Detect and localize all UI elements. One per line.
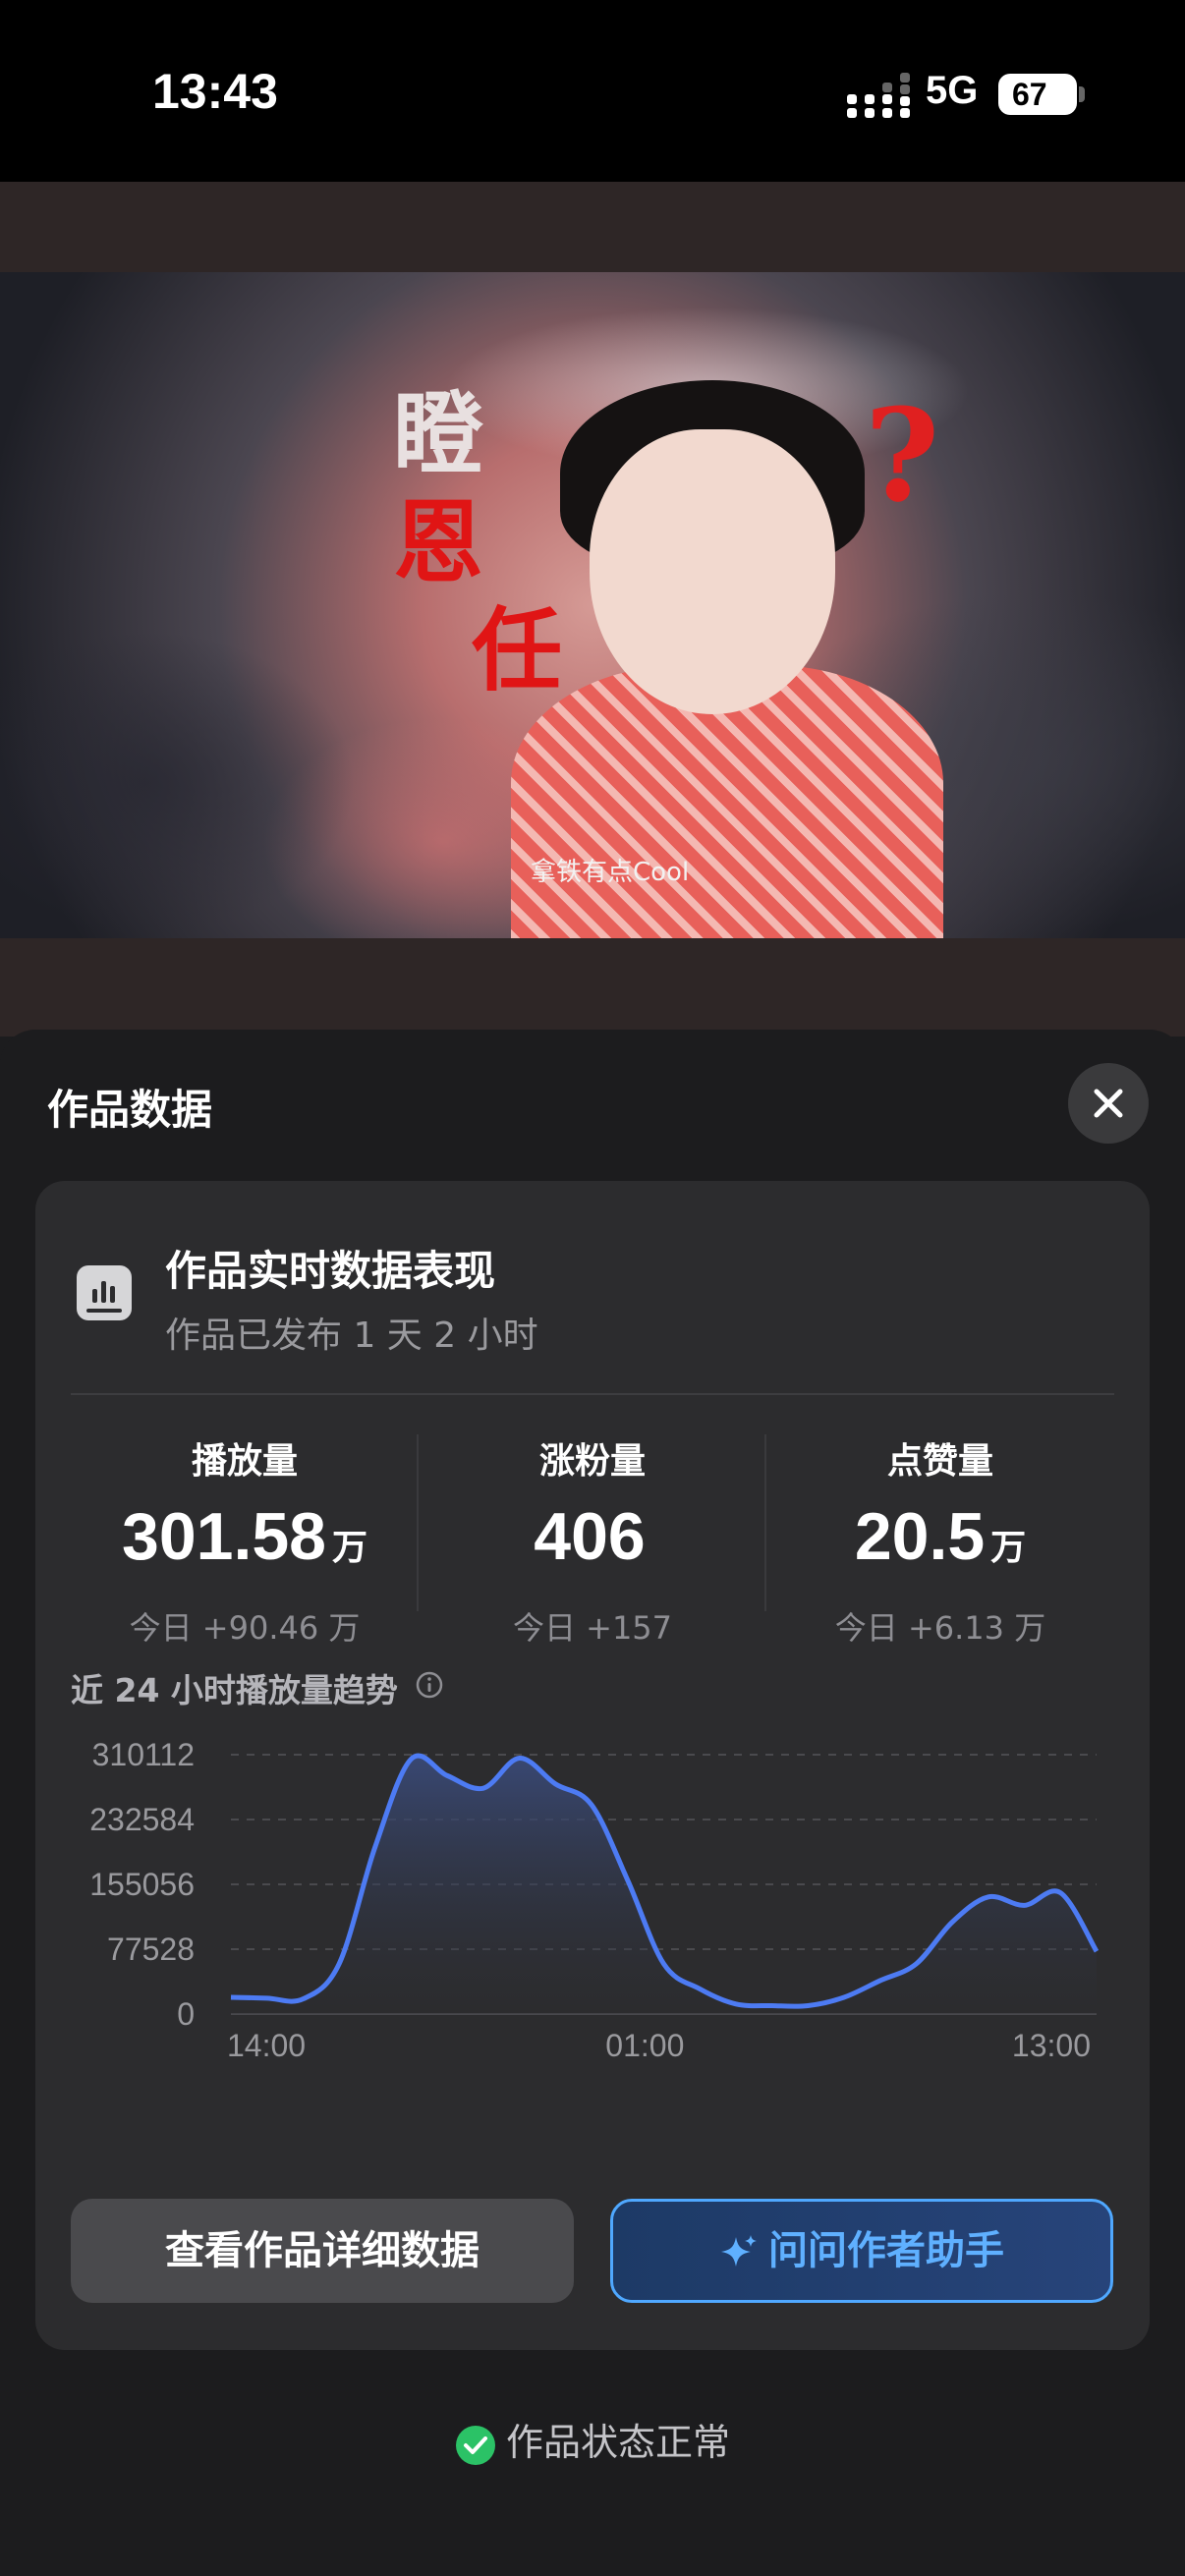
work-status: 作品状态正常	[0, 2412, 1185, 2466]
metric-label: 涨粉量	[538, 1441, 646, 1482]
bar-chart-icon	[77, 1265, 132, 1320]
thumbnail-face	[590, 429, 835, 714]
metric-today: 今日 +6.13 万	[834, 1609, 1046, 1647]
battery-icon: 67	[998, 74, 1077, 115]
thumbnail-char: 任	[472, 597, 563, 703]
work-status-text: 作品状态正常	[505, 2421, 730, 2464]
card-title: 作品实时数据表现	[165, 1247, 496, 1295]
cellular-signal-icon	[847, 73, 910, 118]
metric-unit: 万	[990, 1528, 1027, 1568]
chart-x-tick-label: 13:00	[1012, 2028, 1091, 2063]
thumbnail-watermark: 拿铁有点Cool	[531, 858, 690, 887]
status-time: 13:43	[152, 64, 278, 119]
chart-y-tick-label: 77528	[107, 1932, 195, 1967]
metric-number: 301.58	[122, 1499, 326, 1574]
metric-followers: 涨粉量 406 今日 +157	[419, 1432, 766, 1649]
metric-label: 播放量	[191, 1441, 298, 1482]
sparkle-icon	[721, 2235, 757, 2267]
ask-assistant-label: 问问作者助手	[768, 2228, 1004, 2273]
metric-number: 406	[534, 1499, 646, 1574]
thumbnail-char: 瞪	[393, 381, 484, 487]
thumbnail-caption: 瞪 恩 任	[393, 380, 590, 704]
video-thumbnail[interactable]: 瞪 恩 任 ? 拿铁有点Cool	[0, 272, 1185, 938]
metric-plays: 播放量 301.58 万 今日 +90.46 万	[71, 1432, 419, 1649]
battery-level: 67	[1012, 77, 1047, 112]
publish-duration: 作品已发布 1 天 2 小时	[165, 1316, 538, 1356]
chart-x-tick-label: 01:00	[605, 2028, 684, 2063]
metric-label: 点赞量	[886, 1441, 993, 1482]
chart-y-tick-label: 310112	[92, 1737, 195, 1772]
ask-assistant-button[interactable]: 问问作者助手	[610, 2199, 1113, 2303]
view-details-button[interactable]: 查看作品详细数据	[71, 2199, 574, 2303]
thumbnail-question-mark: ?	[865, 380, 940, 531]
trend-title: 近 24 小时播放量趋势	[71, 1671, 398, 1709]
thumbnail-char: 恩	[393, 489, 484, 595]
network-type: 5G	[926, 69, 979, 112]
chart-x-tick-label: 14:00	[227, 2028, 306, 2063]
close-button[interactable]	[1068, 1063, 1149, 1144]
metric-value: 301.58 万	[71, 1501, 419, 1584]
plays-trend-chart: 0 77528 155056 232584 310112 14:00 01:00 13:00	[89, 1737, 1100, 2063]
divider	[71, 1393, 1114, 1395]
metric-number: 20.5	[854, 1499, 986, 1574]
metric-likes: 点赞量 20.5 万 今日 +6.13 万	[766, 1432, 1114, 1649]
info-icon[interactable]	[415, 1670, 444, 1700]
metric-value: 20.5 万	[766, 1501, 1114, 1584]
chart-y-tick-label: 155056	[89, 1867, 195, 1902]
sheet-title: 作品数据	[47, 1086, 213, 1134]
chart-y-tick-label: 0	[177, 1996, 195, 2032]
metric-value: 406	[419, 1501, 766, 1584]
metric-today: 今日 +157	[512, 1609, 673, 1647]
battery-tip	[1079, 86, 1085, 102]
metric-unit: 万	[331, 1528, 367, 1568]
check-circle-icon	[455, 2425, 495, 2465]
metric-today: 今日 +90.46 万	[129, 1609, 361, 1647]
close-icon	[1094, 1089, 1123, 1118]
chart-y-tick-label: 232584	[89, 1802, 195, 1837]
